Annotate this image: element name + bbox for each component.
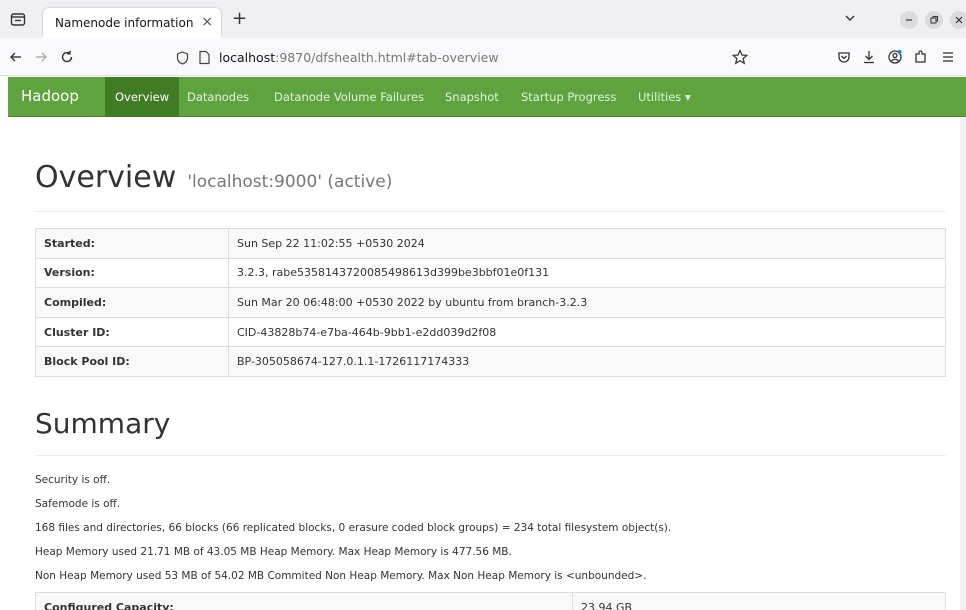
tab-list-icon[interactable] — [10, 11, 26, 27]
download-icon[interactable] — [861, 49, 877, 65]
row-value: 23.94 GB — [572, 592, 946, 610]
nav-datanode-volume-failures[interactable]: Datanode Volume Failures — [274, 77, 424, 117]
extensions-icon[interactable] — [913, 49, 929, 65]
security-status: Security is off. — [35, 474, 111, 486]
account-icon[interactable] — [887, 49, 903, 65]
table-row: Configured Capacity: 23.94 GB — [35, 592, 946, 610]
nav-overview[interactable]: Overview — [105, 77, 180, 117]
safemode-status: Safemode is off. — [35, 498, 121, 510]
summary-lines: Security is off. Safemode is off. 168 fi… — [35, 473, 671, 593]
bookmark-star-icon[interactable] — [732, 49, 748, 65]
namenode-status: 'localhost:9000' (active) — [187, 172, 393, 192]
overview-table: Started: Sun Sep 22 11:02:55 +0530 2024 … — [35, 228, 946, 377]
restore-button[interactable] — [925, 11, 943, 29]
menu-icon[interactable] — [940, 49, 956, 65]
row-key: Block Pool ID: — [35, 346, 229, 377]
summary-title: Summary — [35, 407, 171, 440]
row-key: Started: — [35, 228, 229, 259]
url-bar[interactable]: localhost:9870/dfshealth.html#tab-overvi… — [163, 45, 758, 71]
row-key: Compiled: — [35, 287, 229, 318]
window-close-button[interactable] — [950, 11, 966, 29]
divider — [35, 455, 946, 456]
tab-close-icon[interactable]: × — [201, 14, 213, 30]
page-scrollbar[interactable] — [960, 118, 966, 610]
table-row: Version: 3.2.3, rabe5358143720085498613d… — [35, 257, 946, 289]
minimize-button[interactable] — [900, 11, 918, 29]
reload-icon[interactable] — [59, 49, 75, 65]
row-value: Sun Mar 20 06:48:00 +0530 2022 by ubuntu… — [228, 287, 946, 318]
tab-title: Namenode information — [55, 16, 194, 30]
capacity-table: Configured Capacity: 23.94 GB — [35, 592, 946, 610]
row-key: Version: — [35, 257, 229, 289]
nav-utilities-dropdown[interactable]: Utilities ▾ — [638, 77, 691, 117]
row-key: Configured Capacity: — [35, 592, 573, 610]
row-value: CID-43828b74-e7ba-464b-9bb1-e2dd039d2f08 — [228, 316, 946, 348]
minimize-icon — [906, 19, 912, 21]
url-text[interactable]: localhost:9870/dfshealth.html#tab-overvi… — [219, 50, 499, 65]
table-row: Cluster ID: CID-43828b74-e7ba-464b-9bb1-… — [35, 316, 946, 348]
hadoop-brand[interactable]: Hadoop — [21, 87, 79, 105]
row-value: BP-305058674-127.0.1.1-1726117174333 — [228, 346, 946, 377]
divider — [35, 211, 946, 212]
shield-icon[interactable] — [176, 51, 189, 65]
row-key: Cluster ID: — [35, 316, 229, 348]
overview-header: Overview 'localhost:9000' (active) — [35, 160, 392, 195]
url-host: localhost — [219, 50, 276, 65]
table-row: Started: Sun Sep 22 11:02:55 +0530 2024 — [35, 228, 946, 259]
restore-icon — [930, 16, 938, 24]
hadoop-navbar: Hadoop Overview Datanodes Datanode Volum… — [8, 77, 966, 117]
browser-tab[interactable]: Namenode information × — [43, 8, 221, 38]
non-heap-memory: Non Heap Memory used 53 MB of 54.02 MB C… — [35, 570, 647, 582]
browser-tab-bar: Namenode information × + — [0, 0, 966, 38]
back-icon[interactable] — [8, 49, 24, 65]
nav-snapshot[interactable]: Snapshot — [445, 77, 499, 117]
forward-icon[interactable] — [33, 49, 49, 65]
pocket-icon[interactable] — [836, 49, 852, 65]
heap-memory: Heap Memory used 21.71 MB of 43.05 MB He… — [35, 546, 512, 558]
new-tab-button[interactable]: + — [232, 10, 247, 28]
chevron-down-icon[interactable] — [843, 11, 857, 25]
url-path: :9870/dfshealth.html#tab-overview — [275, 50, 499, 65]
page-title: Overview — [35, 160, 177, 195]
table-row: Compiled: Sun Mar 20 06:48:00 +0530 2022… — [35, 287, 946, 318]
filesystem-objects: 168 files and directories, 66 blocks (66… — [35, 522, 672, 534]
table-row: Block Pool ID: BP-305058674-127.0.1.1-17… — [35, 346, 946, 377]
close-icon — [955, 16, 963, 24]
row-value: 3.2.3, rabe5358143720085498613d399be3bbf… — [228, 257, 946, 289]
nav-datanodes[interactable]: Datanodes — [187, 77, 249, 117]
nav-startup-progress[interactable]: Startup Progress — [521, 77, 616, 117]
row-value: Sun Sep 22 11:02:55 +0530 2024 — [228, 228, 946, 259]
page-icon[interactable] — [198, 50, 211, 65]
